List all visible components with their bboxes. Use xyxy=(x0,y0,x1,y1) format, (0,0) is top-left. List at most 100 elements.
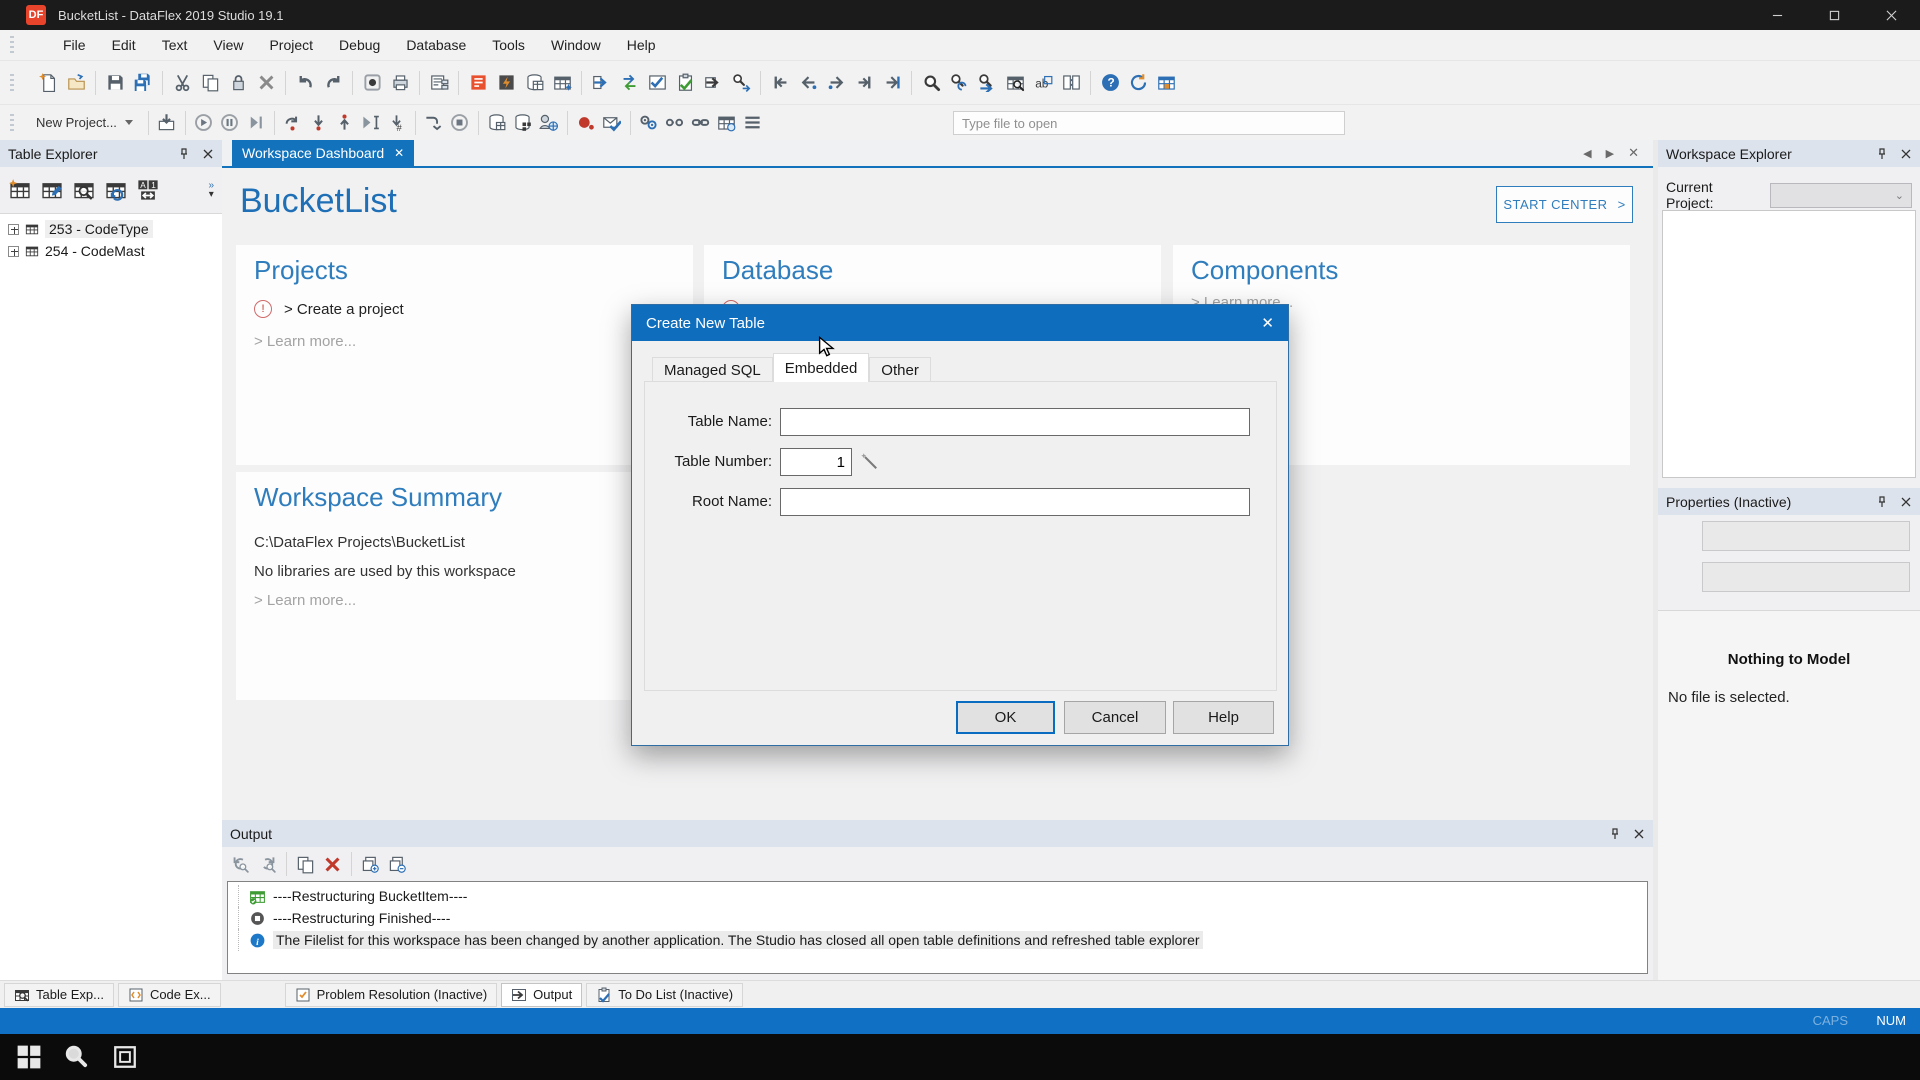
menu-view[interactable]: View xyxy=(200,30,256,60)
hash-icon[interactable]: # xyxy=(384,110,410,136)
stop-icon[interactable] xyxy=(447,110,473,136)
undo-icon[interactable] xyxy=(291,69,319,97)
search-icon[interactable] xyxy=(917,69,945,97)
clipboard-check-icon[interactable] xyxy=(671,69,699,97)
pin-icon[interactable] xyxy=(1876,148,1888,160)
menu-text[interactable]: Text xyxy=(149,30,201,60)
menu-window[interactable]: Window xyxy=(538,30,614,60)
dock-tab-problem-resolution[interactable]: Problem Resolution (Inactive) xyxy=(285,983,498,1007)
dock-tab-output-tab[interactable]: Output xyxy=(501,983,582,1007)
nav-end-icon[interactable] xyxy=(878,69,906,97)
pause-icon[interactable] xyxy=(217,110,243,136)
properties-object-select[interactable] xyxy=(1702,521,1910,551)
search-prev-icon[interactable] xyxy=(227,851,254,878)
sync-icon[interactable] xyxy=(615,69,643,97)
pin-pair-icon[interactable] xyxy=(636,110,662,136)
search-table-icon[interactable] xyxy=(1001,69,1029,97)
tab-close-icon[interactable]: ✕ xyxy=(394,146,404,160)
compare-files-icon[interactable] xyxy=(1057,69,1085,97)
quick-design-icon[interactable] xyxy=(492,69,520,97)
toolbar-grip[interactable] xyxy=(10,114,14,132)
projects-learn-more-link[interactable]: > Learn more... xyxy=(254,333,356,350)
table-globe-icon[interactable] xyxy=(714,110,740,136)
menu-file[interactable]: File xyxy=(50,30,99,60)
run-cursor-icon[interactable] xyxy=(358,110,384,136)
window-list-icon[interactable] xyxy=(425,69,453,97)
toolbar-grip[interactable] xyxy=(10,74,14,92)
toolbar-grip[interactable] xyxy=(10,36,14,54)
integrate-run-icon[interactable] xyxy=(587,69,615,97)
menu-database[interactable]: Database xyxy=(393,30,479,60)
new-table-icon[interactable] xyxy=(4,174,36,206)
new-file-icon[interactable] xyxy=(34,69,62,97)
down-dot-icon[interactable] xyxy=(306,110,332,136)
ok-button[interactable]: OK xyxy=(956,701,1055,734)
table-colored-icon[interactable] xyxy=(1152,69,1180,97)
menu-edit[interactable]: Edit xyxy=(99,30,149,60)
tab-workspace-dashboard[interactable]: Workspace Dashboard ✕ xyxy=(232,140,414,166)
print-icon[interactable] xyxy=(386,69,414,97)
close-icon[interactable] xyxy=(1633,828,1645,840)
tab-scroll-right-icon[interactable]: ▶ xyxy=(1606,147,1614,160)
copy-output-icon[interactable] xyxy=(292,851,319,878)
up-dot-icon[interactable] xyxy=(332,110,358,136)
output-message-row[interactable]: ----Restructuring Finished---- xyxy=(238,907,1647,929)
database-builder-icon[interactable] xyxy=(520,69,548,97)
refresh-tables-icon[interactable] xyxy=(100,174,132,206)
find-next-icon[interactable] xyxy=(727,69,755,97)
close-icon[interactable] xyxy=(1900,148,1912,160)
web-refresh-icon[interactable] xyxy=(1124,69,1152,97)
export-box-icon[interactable] xyxy=(699,69,727,97)
renumber-tables-icon[interactable]: A1 xyxy=(132,174,164,206)
tab-scroll-left-icon[interactable]: ◀ xyxy=(1583,147,1591,160)
step-into-icon[interactable] xyxy=(243,110,269,136)
record-red-icon[interactable] xyxy=(573,110,599,136)
table-tree-item[interactable]: 254 - CodeMast xyxy=(8,240,222,262)
summary-learn-more-link[interactable]: > Learn more... xyxy=(254,592,356,609)
pin-icon[interactable] xyxy=(1876,496,1888,508)
task-view-icon[interactable] xyxy=(112,1044,138,1070)
check-window-icon[interactable] xyxy=(643,69,671,97)
save-all-icon[interactable] xyxy=(129,69,157,97)
search-back-icon[interactable] xyxy=(945,69,973,97)
redo-icon[interactable] xyxy=(319,69,347,97)
delete-icon[interactable] xyxy=(252,69,280,97)
start-center-button[interactable]: START CENTER > xyxy=(1496,186,1633,223)
menu-help[interactable]: Help xyxy=(614,30,669,60)
collapse-copy-icon[interactable] xyxy=(384,851,411,878)
user-globe-icon[interactable] xyxy=(536,110,562,136)
expand-plus-icon[interactable] xyxy=(8,246,19,257)
list-view-icon[interactable] xyxy=(740,110,766,136)
menu-tools[interactable]: Tools xyxy=(479,30,538,60)
db-blocks-icon[interactable] xyxy=(510,110,536,136)
properties-class-select[interactable] xyxy=(1702,562,1910,592)
menu-project[interactable]: Project xyxy=(256,30,326,60)
nav-prev-icon[interactable] xyxy=(794,69,822,97)
lock-icon[interactable] xyxy=(224,69,252,97)
expand-copy-icon[interactable] xyxy=(357,851,384,878)
branch-run-icon[interactable] xyxy=(421,110,447,136)
dialog-tab-managed-sql[interactable]: Managed SQL xyxy=(652,357,773,382)
data-dictionary-icon[interactable] xyxy=(548,69,576,97)
table-number-input[interactable] xyxy=(780,448,852,476)
table-name-input[interactable] xyxy=(780,408,1250,436)
pin-icon[interactable] xyxy=(1609,828,1621,840)
dialog-close-icon[interactable]: ✕ xyxy=(1261,314,1274,332)
edit-table-icon[interactable] xyxy=(36,174,68,206)
menu-debug[interactable]: Debug xyxy=(326,30,393,60)
table-tree-item[interactable]: 253 - CodeType xyxy=(8,218,222,240)
magic-wand-icon[interactable] xyxy=(860,452,880,472)
mail-check-icon[interactable] xyxy=(599,110,625,136)
output-message-row[interactable]: ----Restructuring BucketItem---- xyxy=(238,885,1647,907)
workspace-project-list[interactable] xyxy=(1662,210,1916,478)
current-project-select[interactable]: ⌄ xyxy=(1770,183,1912,208)
search-go-icon[interactable] xyxy=(973,69,1001,97)
table-tree-label[interactable]: 253 - CodeType xyxy=(45,220,153,238)
output-message-row[interactable]: i The Filelist for this workspace has be… xyxy=(238,929,1647,951)
help-icon[interactable]: ? xyxy=(1096,69,1124,97)
start-icon[interactable] xyxy=(16,1044,42,1070)
clear-output-icon[interactable] xyxy=(319,851,346,878)
dock-tab-todo-list[interactable]: To Do List (Inactive) xyxy=(586,983,743,1007)
dock-tab-table-explorer[interactable]: Table Exp... xyxy=(4,983,114,1007)
report-wizard-icon[interactable] xyxy=(464,69,492,97)
